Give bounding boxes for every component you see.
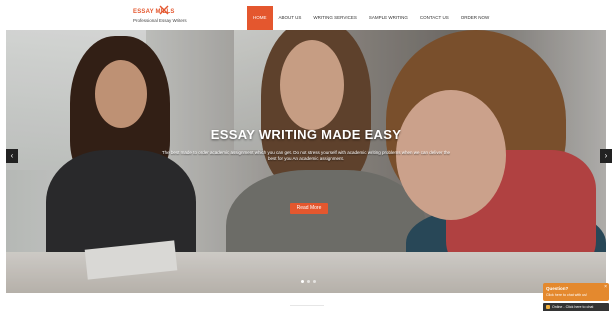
slider-dot[interactable] bbox=[301, 280, 304, 283]
chevron-left-icon[interactable]: ‹ bbox=[6, 149, 18, 163]
hero-title: ESSAY WRITING MADE EASY bbox=[210, 127, 402, 142]
chevron-right-icon[interactable]: › bbox=[600, 149, 612, 163]
nav-item-about-us[interactable]: ABOUT US bbox=[273, 6, 308, 30]
chat-icon bbox=[546, 305, 550, 309]
hero-description: The best made to order academic assignme… bbox=[161, 150, 451, 161]
site-header: ESSAY MILLS Professional Essay Writers H… bbox=[0, 0, 612, 30]
nav-item-order-now[interactable]: ORDER NOW bbox=[455, 6, 496, 30]
nav-item-writing-services[interactable]: WRITING SERVICES bbox=[307, 6, 362, 30]
site-logo[interactable]: ESSAY MILLS Professional Essay Writers bbox=[133, 5, 187, 23]
slider-dot[interactable] bbox=[307, 280, 310, 283]
nav-item-sample-writing[interactable]: SAMPLE WRITING bbox=[363, 6, 414, 30]
read-more-button[interactable]: Read More bbox=[290, 203, 328, 214]
content-section bbox=[0, 293, 612, 311]
chat-status-text: Online - Click here to chat bbox=[552, 305, 594, 309]
nav-item-home[interactable]: HOME bbox=[247, 6, 273, 30]
close-icon[interactable]: × bbox=[604, 284, 607, 290]
chat-subtitle: Click here to chat with us! bbox=[546, 293, 587, 297]
nav-item-contact-us[interactable]: CONTACT US bbox=[414, 6, 455, 30]
divider bbox=[290, 305, 324, 306]
chat-title: Question? bbox=[546, 286, 569, 291]
main-nav: HOME ABOUT US WRITING SERVICES SAMPLE WR… bbox=[247, 6, 495, 30]
brand-tagline: Professional Essay Writers bbox=[133, 18, 187, 23]
crossed-pens-icon bbox=[159, 5, 169, 15]
slider-dot[interactable] bbox=[313, 280, 316, 283]
chat-status-bar[interactable]: Online - Click here to chat bbox=[543, 303, 609, 311]
slider-pagination bbox=[301, 280, 316, 283]
chat-widget[interactable]: Question? Click here to chat with us! × bbox=[543, 283, 609, 301]
